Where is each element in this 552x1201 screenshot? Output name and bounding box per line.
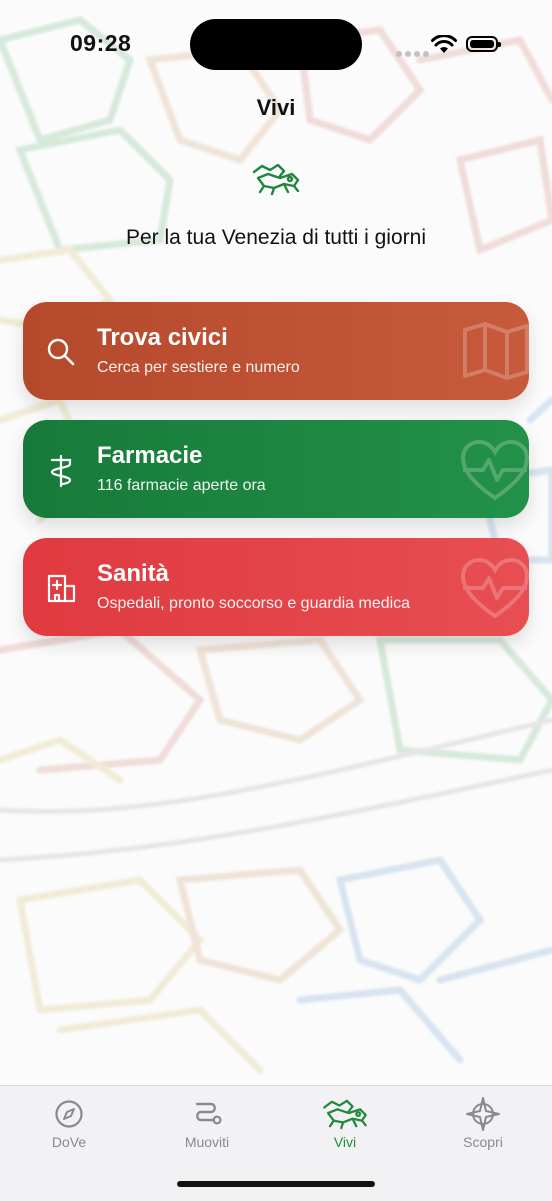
tab-label: DoVe bbox=[51, 1134, 87, 1150]
tagline: Per la tua Venezia di tutti i giorni bbox=[125, 226, 426, 249]
venice-lion-icon bbox=[323, 1099, 367, 1130]
card-subtitle: Cerca per sestiere e numero bbox=[97, 359, 300, 376]
tab-label: Vivi bbox=[333, 1134, 357, 1150]
map-icon bbox=[463, 322, 529, 380]
venice-lion-icon bbox=[252, 163, 300, 196]
wifi-icon bbox=[431, 35, 457, 53]
card-subtitle: 116 farmacie aperte ora bbox=[97, 477, 266, 494]
caduceus-icon bbox=[50, 454, 72, 488]
tab-vivi[interactable]: Vivi bbox=[276, 1096, 414, 1150]
dynamic-island bbox=[190, 19, 362, 70]
status-time: 09:28 bbox=[70, 30, 132, 56]
home-indicator bbox=[177, 1181, 375, 1187]
card-title: Sanità bbox=[97, 560, 170, 587]
page-title: Vivi bbox=[256, 95, 296, 120]
hospital-icon bbox=[47, 574, 76, 603]
cellular-signal-icon bbox=[396, 44, 432, 62]
card-subtitle: Ospedali, pronto soccorso e guardia medi… bbox=[97, 595, 411, 612]
card-sanita[interactable]: Sanità Ospedali, pronto soccorso e guard… bbox=[23, 538, 529, 636]
card-title: Trova civici bbox=[97, 324, 228, 351]
heart-pulse-icon bbox=[460, 439, 529, 501]
compass-rose-icon bbox=[466, 1097, 500, 1131]
search-icon bbox=[47, 338, 75, 366]
compass-icon bbox=[55, 1100, 83, 1128]
card-farmacie[interactable]: Farmacie 116 farmacie aperte ora bbox=[23, 420, 529, 518]
heart-pulse-icon bbox=[460, 557, 529, 619]
tab-scopri[interactable]: Scopri bbox=[414, 1096, 552, 1150]
status-bar: 09:28 bbox=[0, 0, 552, 90]
card-trova-civici[interactable]: Trova civici Cerca per sestiere e numero bbox=[23, 302, 529, 400]
tab-label: Muoviti bbox=[184, 1134, 230, 1150]
battery-icon bbox=[466, 36, 501, 52]
tab-dove[interactable]: DoVe bbox=[0, 1096, 138, 1150]
tab-label: Scopri bbox=[463, 1134, 503, 1150]
tab-muoviti[interactable]: Muoviti bbox=[138, 1096, 276, 1150]
route-icon bbox=[195, 1102, 222, 1125]
card-title: Farmacie bbox=[97, 442, 203, 469]
